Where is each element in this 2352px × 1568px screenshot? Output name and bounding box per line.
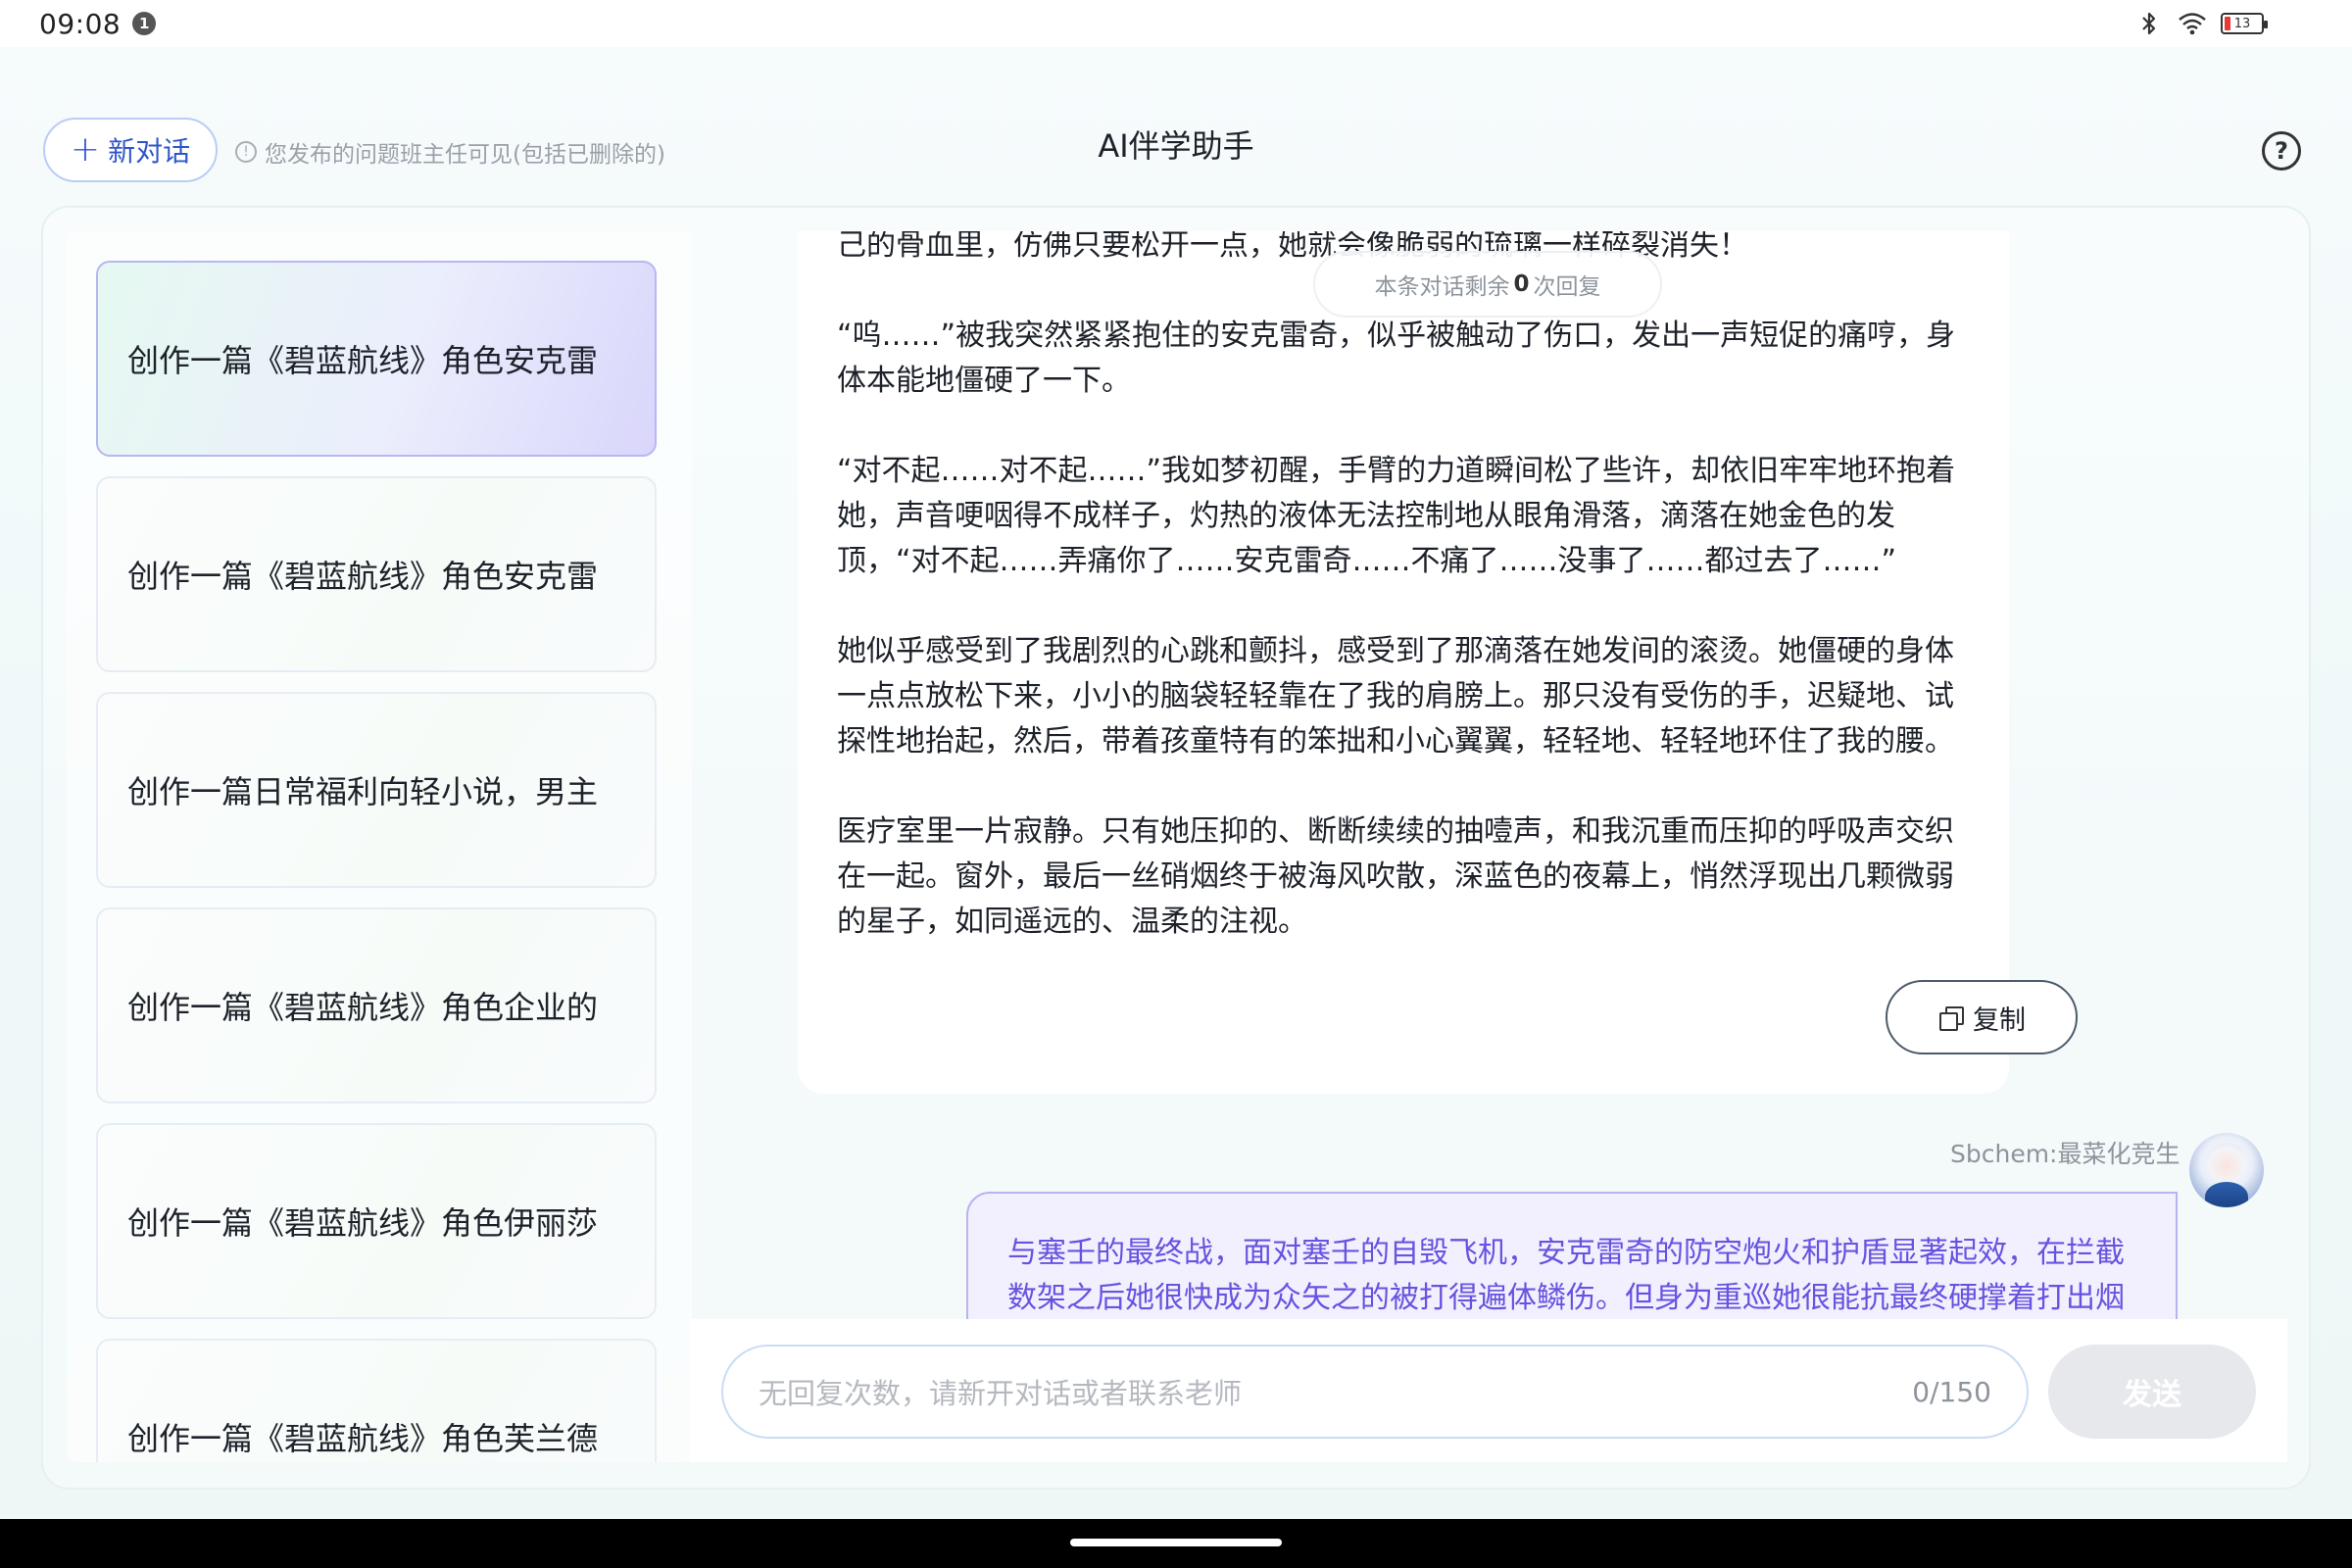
copy-icon (1937, 1004, 1964, 1031)
conversation-list: 创作一篇《碧蓝航线》角色安克雷 创作一篇《碧蓝航线》角色安克雷 创作一篇日常福利… (67, 231, 692, 1462)
help-icon[interactable]: ? (2262, 131, 2301, 171)
send-button[interactable]: 发送 (2048, 1345, 2256, 1439)
user-name: Sbchem:最菜化竞生 (1950, 1140, 2180, 1168)
user-message-text: 与塞壬的最终战，面对塞壬的自毁飞机，安克雷奇的防空炮火和护盾显著起效，在拦截数架… (1007, 1236, 2125, 1315)
conversation-item[interactable]: 创作一篇《碧蓝航线》角色芙兰德 (96, 1339, 657, 1462)
conversation-title: 创作一篇日常福利向轻小说，男主 (127, 773, 599, 810)
status-bar: 09:08 1 13 (0, 0, 2352, 47)
conversation-item[interactable]: 创作一篇《碧蓝航线》角色企业的 (96, 907, 657, 1103)
ai-paragraph: “呜……”被我突然紧紧抱住的安克雷奇，似乎被触动了伤口，发出一声短促的痛哼，身体… (837, 318, 1956, 398)
copy-button[interactable]: 复制 (1886, 980, 2078, 1054)
remaining-suffix: 次回复 (1533, 274, 1601, 300)
battery-level: 13 (2233, 16, 2251, 31)
copy-label: 复制 (1973, 1004, 2026, 1036)
conversation-title: 创作一篇《碧蓝航线》角色安克雷 (127, 558, 599, 595)
conversation-title: 创作一篇《碧蓝航线》角色伊丽莎 (127, 1204, 599, 1242)
avatar (2189, 1133, 2264, 1207)
status-time: 09:08 (39, 7, 122, 40)
page-title: AI伴学助手 (1098, 127, 1254, 165)
app-screen: 09:08 1 13 + 新对话 ! 您发布的问题班主任可见(包括已删除的) A… (0, 0, 2352, 1568)
ai-paragraph: “对不起……对不起……”我如梦初醒，手臂的力道瞬间松了些许，却依旧牢牢地环抱着她… (837, 454, 1956, 578)
battery-icon: 13 (2221, 13, 2268, 34)
remaining-prefix: 本条对话剩余 (1374, 274, 1510, 300)
conversation-item[interactable]: 创作一篇日常福利向轻小说，男主 (96, 692, 657, 888)
ai-paragraph: 她似乎感受到了我剧烈的心跳和颤抖，感受到了那滴落在她发间的滚烫。她僵硬的身体一点… (837, 634, 1954, 759)
conversation-title: 创作一篇《碧蓝航线》角色安克雷 (127, 342, 599, 379)
status-left: 09:08 1 (39, 7, 157, 40)
input-placeholder: 无回复次数，请新开对话或者联系老师 (759, 1377, 1243, 1410)
notification-badge-icon: 1 (132, 12, 157, 35)
ai-paragraph: 医疗室里一片寂静。只有她压抑的、断断续续的抽噎声，和我沉重而压抑的呼吸声交织在一… (837, 814, 1954, 939)
header: + 新对话 ! 您发布的问题班主任可见(包括已删除的) AI伴学助手 ? (0, 98, 2352, 196)
home-indicator[interactable] (1070, 1539, 1282, 1546)
char-counter: 0/150 (1912, 1375, 1991, 1408)
ai-message-text: 己的骨血里，仿佛只要松开一点，她就会像脆弱的琉璃一样碎裂消失！ “呜……”被我突… (837, 231, 1964, 990)
input-bar: 无回复次数，请新开对话或者联系老师 0/150 发送 (690, 1319, 2287, 1462)
status-right: 13 (2134, 9, 2268, 38)
conversation-title: 创作一篇《碧蓝航线》角色企业的 (127, 989, 599, 1026)
conversation-item[interactable]: 创作一篇《碧蓝航线》角色安克雷 (96, 261, 657, 457)
system-nav-bar (0, 1519, 2352, 1568)
conversation-item[interactable]: 创作一篇《碧蓝航线》角色伊丽莎 (96, 1123, 657, 1319)
remaining-replies-badge: 本条对话剩余 0 次回复 (1313, 251, 1662, 318)
message-input[interactable]: 无回复次数，请新开对话或者联系老师 0/150 (721, 1345, 2029, 1439)
chat-area[interactable]: 己的骨血里，仿佛只要松开一点，她就会像脆弱的琉璃一样碎裂消失！ “呜……”被我突… (690, 231, 2287, 1462)
bluetooth-icon (2134, 9, 2164, 38)
ai-message-bubble: 己的骨血里，仿佛只要松开一点，她就会像脆弱的琉璃一样碎裂消失！ “呜……”被我突… (798, 231, 2078, 1094)
conversation-item[interactable]: 创作一篇《碧蓝航线》角色安克雷 (96, 476, 657, 672)
battery-fill (2225, 17, 2230, 30)
conversation-title: 创作一篇《碧蓝航线》角色芙兰德 (127, 1420, 599, 1457)
wifi-icon (2178, 9, 2207, 38)
remaining-count: 0 (1513, 271, 1530, 297)
